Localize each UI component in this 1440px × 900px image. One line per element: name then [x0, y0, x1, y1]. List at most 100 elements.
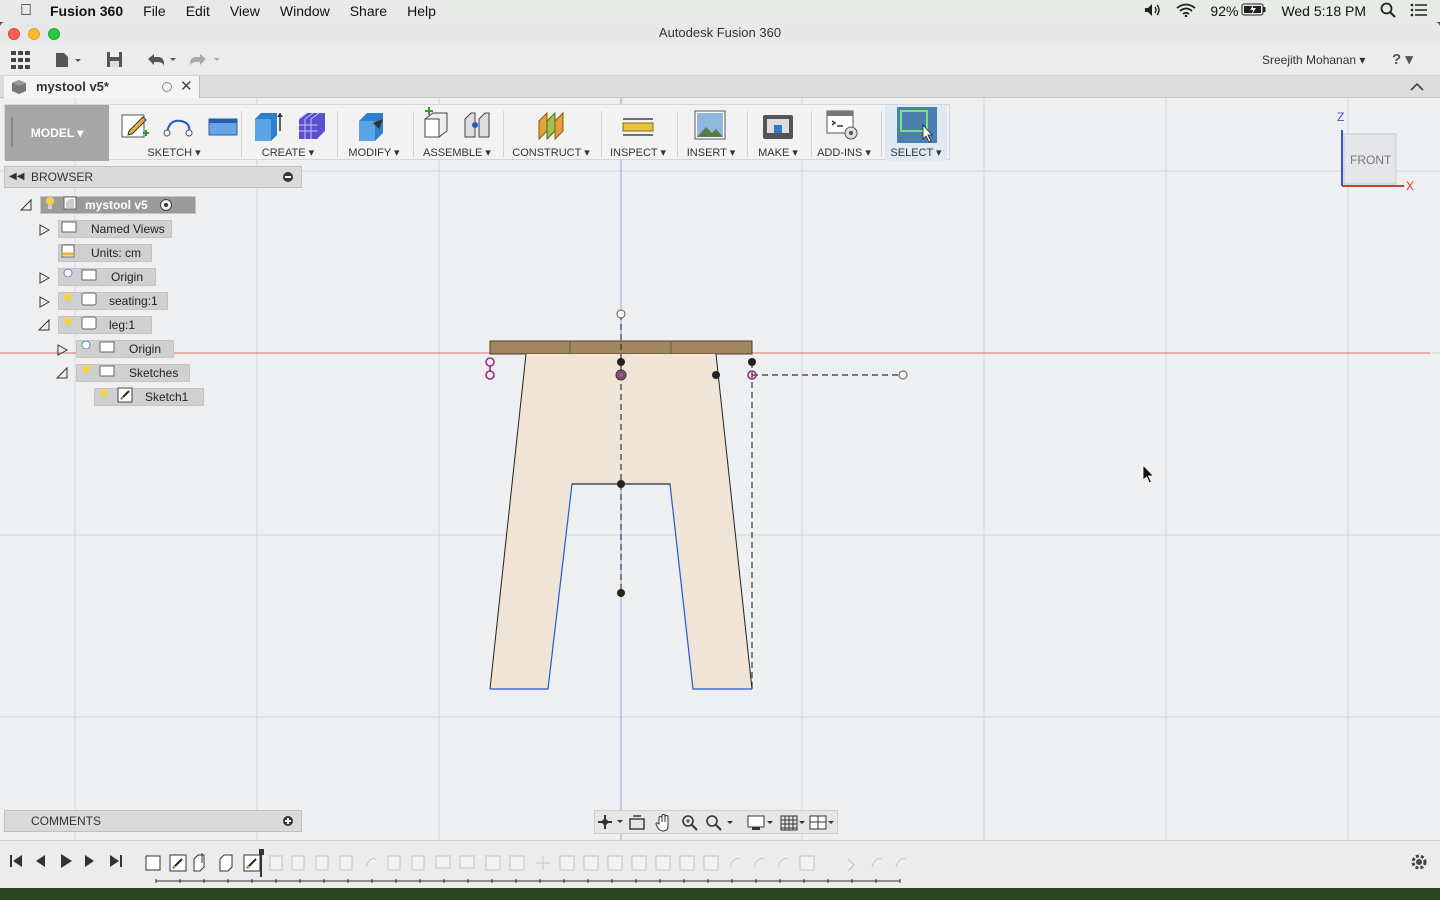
ribbon-group-construct[interactable]: CONSTRUCT ▾: [507, 105, 595, 161]
orbit-icon[interactable]: [597, 814, 625, 835]
extrude-icon[interactable]: [251, 109, 285, 146]
step-forward-icon[interactable]: [82, 853, 98, 874]
fit-zoom-icon[interactable]: [705, 814, 735, 837]
tree-node-sketches[interactable]: Sketches: [76, 364, 190, 382]
ribbon-group-make[interactable]: MAKE ▾: [751, 105, 805, 161]
menu-window[interactable]: Window: [280, 3, 330, 19]
expand-seating-icon[interactable]: [38, 295, 51, 308]
ribbon-group-select[interactable]: SELECT ▾: [885, 105, 947, 161]
sketch-group-label[interactable]: SKETCH ▾: [113, 146, 235, 159]
expand-leg-origin-icon[interactable]: [56, 343, 69, 356]
ribbon-group-assemble[interactable]: ASSEMBLE ▾: [417, 105, 497, 161]
expand-origin-icon[interactable]: [38, 271, 51, 284]
lightbulb-icon[interactable]: [63, 316, 73, 334]
tree-node-origin[interactable]: Origin: [58, 268, 156, 286]
window-titlebar[interactable]: Autodesk Fusion 360: [0, 22, 1440, 44]
menu-share[interactable]: Share: [350, 3, 387, 19]
zoom-icon[interactable]: [681, 814, 699, 837]
collapse-browser-icon[interactable]: ◀◀: [9, 167, 24, 187]
redo-icon[interactable]: [190, 53, 222, 72]
create-form-icon[interactable]: [295, 109, 329, 146]
3d-print-icon[interactable]: [761, 111, 795, 144]
construct-group-label[interactable]: CONSTRUCT ▾: [507, 146, 595, 159]
viewports-icon[interactable]: [809, 814, 837, 837]
joint-icon[interactable]: [461, 109, 495, 144]
play-icon[interactable]: [58, 853, 74, 874]
menu-view[interactable]: View: [230, 3, 260, 19]
tree-node-leg[interactable]: leg:1: [58, 316, 152, 334]
press-pull-icon[interactable]: [355, 109, 389, 146]
close-tab-icon[interactable]: ✕: [180, 76, 193, 98]
close-window-button[interactable]: [8, 28, 20, 40]
tree-node-sketch1[interactable]: Sketch1: [94, 387, 204, 406]
timeline-features[interactable]: [140, 847, 920, 887]
document-tab[interactable]: mystool v5* ✕: [4, 76, 200, 98]
new-component-icon[interactable]: [419, 107, 453, 144]
browser-panel-header[interactable]: ◀◀ BROWSER: [4, 166, 302, 188]
make-group-label[interactable]: MAKE ▾: [751, 146, 805, 159]
user-account-menu[interactable]: Sreejith Mohanan ▾: [1262, 53, 1365, 67]
menu-file[interactable]: File: [143, 3, 166, 19]
lightbulb-off-icon[interactable]: [81, 340, 91, 358]
collapse-sketches-icon[interactable]: [55, 366, 68, 379]
design-canvas[interactable]: [0, 98, 1440, 840]
undo-icon[interactable]: [146, 53, 178, 72]
pan-hand-icon[interactable]: [655, 813, 671, 837]
battery-icon[interactable]: [1241, 3, 1267, 19]
modify-group-label[interactable]: MODIFY ▾: [341, 146, 407, 159]
insert-group-label[interactable]: INSERT ▾: [681, 146, 741, 159]
viewport-graphics[interactable]: [0, 98, 1440, 840]
go-to-end-icon[interactable]: [108, 853, 124, 874]
create-group-label[interactable]: CREATE ▾: [245, 146, 331, 159]
collapse-tabs-chevron-icon[interactable]: [1410, 79, 1424, 97]
tree-node-seating[interactable]: seating:1: [58, 292, 168, 310]
data-panel-grid-icon[interactable]: [11, 51, 31, 74]
notification-center-icon[interactable]: [1410, 3, 1428, 20]
lightbulb-icon[interactable]: [99, 388, 109, 406]
ribbon-group-create[interactable]: CREATE ▾: [245, 105, 331, 161]
tree-node-named-views[interactable]: Named Views: [58, 220, 172, 238]
minimize-browser-icon[interactable]: [283, 172, 293, 182]
activate-radio-icon[interactable]: [159, 199, 172, 211]
minimize-window-button[interactable]: [28, 28, 40, 40]
look-at-icon[interactable]: [629, 815, 645, 836]
add-comment-icon[interactable]: [283, 816, 293, 826]
lightbulb-icon[interactable]: [45, 196, 55, 214]
addins-group-label[interactable]: ADD-INS ▾: [813, 146, 875, 159]
comments-panel-header[interactable]: COMMENTS: [4, 810, 302, 832]
menu-app-name[interactable]: Fusion 360: [50, 3, 123, 19]
insert-canvas-icon[interactable]: [693, 109, 727, 144]
file-menu-icon[interactable]: [55, 52, 83, 73]
tree-node-units[interactable]: Units: cm: [58, 244, 152, 262]
viewcube-front-face[interactable]: FRONT: [1350, 153, 1391, 167]
tree-node-root[interactable]: mystool v5: [40, 196, 196, 214]
ribbon-group-addins[interactable]: ADD-INS ▾: [813, 105, 875, 161]
lightbulb-icon[interactable]: [81, 364, 91, 382]
ribbon-group-sketch[interactable]: SKETCH ▾: [113, 105, 238, 161]
spotlight-search-icon[interactable]: [1380, 2, 1396, 21]
display-settings-icon[interactable]: [747, 814, 775, 837]
menu-help[interactable]: Help: [407, 3, 436, 19]
ribbon-group-inspect[interactable]: INSPECT ▾: [605, 105, 671, 161]
create-sketch-icon[interactable]: [119, 109, 151, 144]
go-to-start-icon[interactable]: [8, 853, 24, 874]
workspace-switcher-button[interactable]: MODEL ▾: [5, 105, 109, 161]
stop-sketch-icon[interactable]: [207, 115, 239, 140]
lightbulb-off-icon[interactable]: [63, 268, 73, 286]
lightbulb-icon[interactable]: [63, 292, 73, 310]
tree-node-leg-origin[interactable]: Origin: [76, 340, 174, 358]
measure-icon[interactable]: [621, 115, 655, 142]
view-cube[interactable]: FRONT Z X: [1330, 110, 1420, 200]
ribbon-group-insert[interactable]: INSERT ▾: [681, 105, 741, 161]
sketch-arc-icon[interactable]: [163, 113, 195, 144]
expand-root-icon[interactable]: [19, 198, 32, 211]
save-icon[interactable]: [106, 51, 123, 73]
help-menu[interactable]: ? ▾: [1392, 50, 1413, 68]
menu-edit[interactable]: Edit: [186, 3, 210, 19]
collapse-leg-icon[interactable]: [37, 318, 50, 331]
timeline-settings-gear-icon[interactable]: [1410, 853, 1428, 876]
volume-icon[interactable]: [1144, 3, 1162, 20]
scripts-addins-icon[interactable]: [825, 109, 859, 144]
select-icon[interactable]: [897, 107, 937, 146]
step-back-icon[interactable]: [32, 853, 48, 874]
